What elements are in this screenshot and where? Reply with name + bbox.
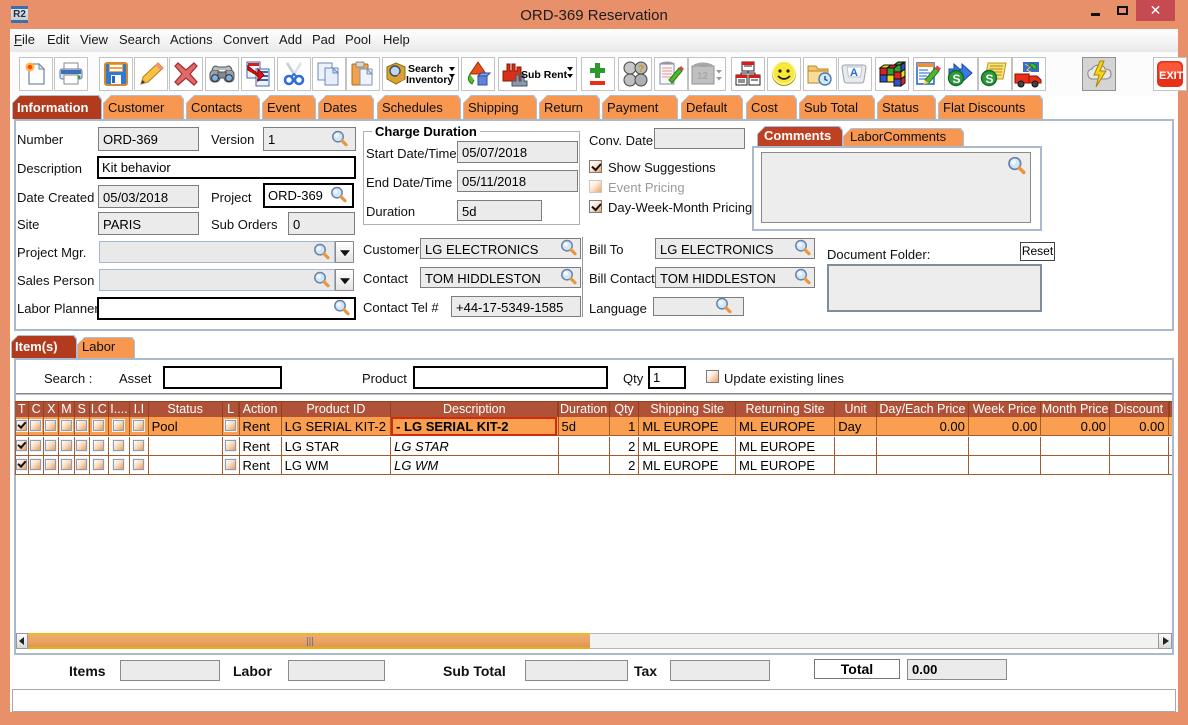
- svg-text:Sub Rent: Sub Rent: [521, 69, 568, 81]
- svg-text:12: 12: [697, 71, 709, 82]
- svg-text:S: S: [986, 72, 994, 86]
- svg-text:S: S: [953, 72, 961, 86]
- svg-text:Inventory: Inventory: [406, 74, 453, 86]
- svg-text:?: ?: [638, 64, 644, 75]
- svg-text:A: A: [850, 67, 858, 79]
- svg-text:EXIT: EXIT: [1159, 70, 1184, 82]
